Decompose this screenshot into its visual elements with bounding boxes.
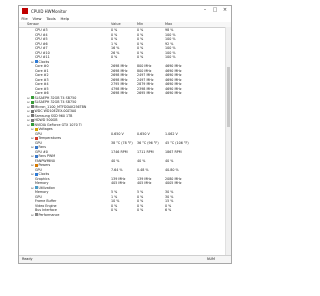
collapse-toggle-icon[interactable]: ⊟: [27, 123, 30, 127]
row-label: NVIDIA GeForce GTX 1070 Ti: [34, 122, 82, 127]
row-label: CPU #4: [35, 32, 48, 37]
row-label: CPU #11: [35, 55, 50, 59]
row-label: Utilization: [38, 185, 56, 190]
row-label: CPU #10: [35, 50, 50, 55]
row-label: GPU: [35, 167, 42, 172]
title-bar: CPUID HWMonitor – □ ×: [19, 6, 231, 16]
collapse-toggle-icon[interactable]: ⊟: [31, 127, 34, 131]
collapse-toggle-icon[interactable]: ⊟: [31, 154, 34, 158]
row-label: Core #3: [35, 77, 49, 82]
row-label: CPU #5: [35, 37, 48, 41]
fan-icon: [34, 154, 38, 158]
column-sensor[interactable]: Sensor: [27, 22, 39, 27]
collapse-toggle-icon[interactable]: ⊟: [31, 136, 34, 140]
drive-icon: [30, 109, 34, 113]
memory-icon: [30, 100, 34, 104]
row-label: Core #4: [35, 82, 49, 86]
row-label: Powers: [38, 163, 51, 167]
row-label: Fans: [38, 145, 46, 149]
performance-icon: [34, 213, 38, 216]
drive-icon: [30, 105, 34, 108]
collapse-toggle-icon[interactable]: ⊟: [31, 186, 34, 190]
hwmonitor-window: CPUID HWMonitor – □ × File View Tools He…: [18, 5, 232, 264]
row-label: GPU: [35, 131, 42, 136]
temperature-icon: [34, 136, 38, 140]
row-label: Memory: [35, 181, 49, 185]
row-label: CPU #3: [35, 28, 48, 32]
collapse-toggle-icon[interactable]: ⊟: [27, 118, 30, 122]
minimize-button[interactable]: –: [200, 6, 210, 15]
collapse-toggle-icon[interactable]: ⊟: [31, 213, 34, 217]
column-max[interactable]: Max: [165, 22, 172, 27]
collapse-toggle-icon[interactable]: ⊟: [27, 114, 30, 118]
voltage-icon: [34, 127, 38, 131]
gpu-icon: [30, 123, 34, 126]
row-label: Core #5: [35, 86, 49, 91]
row-label: GPU: [35, 194, 42, 199]
row-label: Temperatures: [38, 136, 62, 140]
drive-icon: [30, 118, 34, 122]
row-label: Core #6: [35, 91, 49, 95]
row-label: Core #1: [35, 68, 49, 73]
status-ready: Ready: [22, 257, 33, 261]
row-label: GPU #0: [35, 149, 48, 154]
row-label: HDWD 500GB: [34, 118, 58, 122]
row-label: WDC WD10EZEX-00Z3A0: [34, 109, 77, 113]
row-label: Micron_1100_MTFDDAK256TBN: [34, 104, 87, 109]
sensor-label: ⊟ Performance: [31, 213, 59, 218]
row-label: Fans PWM: [38, 154, 56, 158]
collapse-toggle-icon[interactable]: ⊟: [27, 109, 30, 113]
row-label: GPU: [35, 140, 42, 145]
row-label: Core #2: [35, 73, 49, 77]
column-min[interactable]: Min: [137, 22, 143, 27]
row-label: Clocks: [38, 59, 50, 64]
row-label: Memory: [35, 190, 49, 194]
power-icon: [34, 163, 38, 167]
sensor-tree: CPU #3 0 % 0 % 98 % CPU #4 0 % 0 % 100 % CPU #5 0…: [19, 28, 225, 257]
collapse-toggle-icon[interactable]: ⊟: [27, 100, 30, 104]
row-label: Samsung SSD 960 1TB: [34, 113, 73, 118]
row-label: CPU #6: [35, 41, 48, 46]
row-label: CPU #7: [35, 46, 48, 50]
drive-icon: [30, 114, 34, 117]
status-bar: Ready NUM: [19, 255, 231, 263]
collapse-toggle-icon[interactable]: ⊟: [31, 163, 34, 167]
row-label: Voltages: [38, 127, 53, 131]
clock-icon: [34, 60, 38, 63]
row-label: Graphics: [35, 176, 50, 181]
collapse-toggle-icon[interactable]: ⊟: [31, 145, 34, 149]
maximize-button[interactable]: □: [210, 6, 220, 15]
window-title: CPUID HWMonitor: [31, 8, 67, 14]
row-label: Core #0: [35, 64, 49, 68]
memory-icon: [30, 96, 34, 99]
collapse-toggle-icon[interactable]: ⊟: [31, 172, 34, 176]
row-label: SLSAEPH 32GB T4 SB750: [34, 95, 77, 100]
collapse-toggle-icon[interactable]: ⊟: [31, 60, 34, 64]
tree-node[interactable]: ⊟ Performance: [19, 213, 225, 218]
scrollbar-thumb[interactable]: [227, 67, 230, 127]
column-value[interactable]: Value: [111, 22, 121, 27]
collapse-toggle-icon[interactable]: ⊟: [27, 96, 30, 100]
fan-icon: [34, 145, 38, 149]
row-label: Bus Interface: [35, 208, 57, 212]
clock-icon: [34, 172, 38, 176]
row-label: Frame Buffer: [35, 199, 57, 203]
status-num: NUM: [207, 257, 215, 261]
vertical-scrollbar[interactable]: [225, 27, 231, 256]
row-label: FANPWMIN0: [35, 158, 55, 163]
close-button[interactable]: ×: [220, 6, 230, 15]
hwmonitor-app-icon: [22, 8, 28, 14]
collapse-toggle-icon[interactable]: ⊟: [27, 105, 30, 109]
row-label: Clocks: [38, 172, 50, 176]
row-label: Performance: [38, 212, 60, 217]
utilization-icon: [34, 186, 38, 189]
row-label: SLSAEPH 32GB T4 SB750: [34, 100, 77, 104]
row-label: Video Engine: [35, 203, 57, 208]
